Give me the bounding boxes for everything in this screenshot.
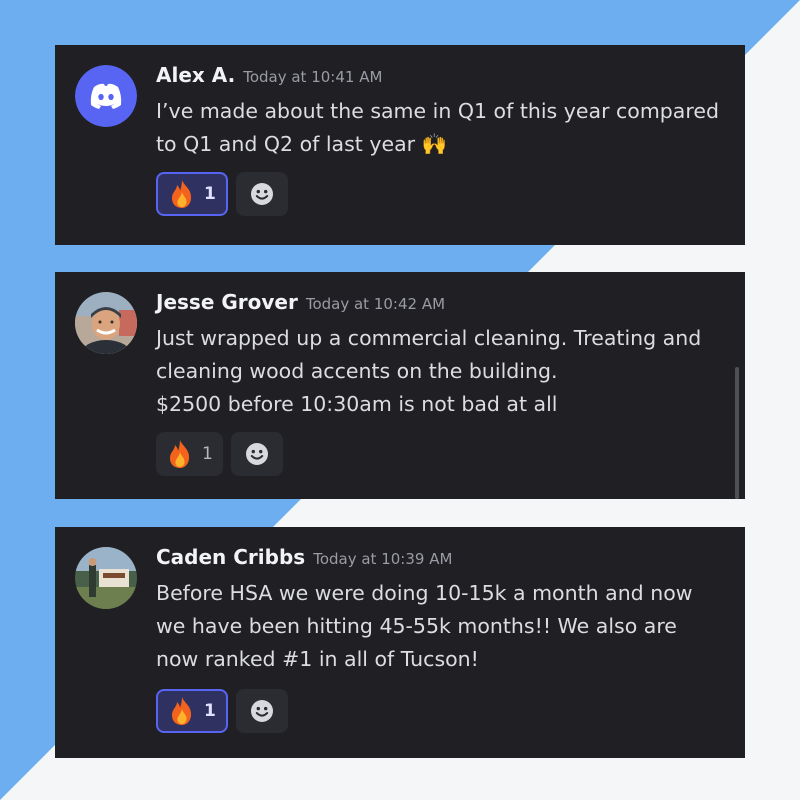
smiley-face-icon [250, 183, 273, 205]
message-card-jesse: Jesse Grover Today at 10:42 AM Just wrapp… [55, 272, 745, 499]
timestamp: Today at 10:39 AM [313, 550, 453, 568]
message-header: Caden Cribbs Today at 10:39 AM [156, 545, 452, 569]
smiley-face-icon [245, 443, 268, 465]
add-reaction-button[interactable] [235, 689, 288, 733]
smiley-face-icon [250, 700, 273, 722]
username[interactable]: Jesse Grover [156, 290, 298, 314]
avatar[interactable] [75, 65, 137, 127]
message-text: I’ve made about the same in Q1 of this y… [156, 95, 736, 161]
message-line: I’ve made about the same in Q1 of this y… [156, 99, 719, 123]
avatar[interactable] [75, 547, 137, 609]
timestamp: Today at 10:41 AM [243, 68, 383, 86]
message-header: Jesse Grover Today at 10:42 AM [156, 290, 445, 314]
reaction-count: 1 [204, 184, 216, 204]
avatar[interactable] [75, 292, 137, 354]
message-line: now ranked #1 in all of Tucson! [156, 647, 479, 671]
message-line: cleaning wood accents on the building. [156, 359, 558, 383]
add-reaction-button[interactable] [230, 432, 283, 476]
message-text: Just wrapped up a commercial cleaning. T… [156, 322, 736, 421]
reaction-count: 1 [202, 444, 213, 464]
timestamp: Today at 10:42 AM [305, 295, 446, 313]
fire-icon [172, 180, 192, 208]
message-header: Alex A. Today at 10:41 AM [156, 63, 382, 87]
message-line: to Q1 and Q2 of last year 🙌 [156, 132, 448, 156]
reaction-bar: 1 [156, 689, 288, 733]
message-text: Before HSA we were doing 10-15k a month … [156, 577, 736, 676]
message-line: we have been hitting 45-55k months!! We … [156, 614, 677, 638]
discord-logo-icon [75, 65, 137, 127]
fire-reaction-button[interactable]: 1 [156, 689, 228, 733]
fire-icon [170, 440, 190, 468]
add-reaction-button[interactable] [235, 172, 288, 216]
username[interactable]: Alex A. [156, 63, 235, 87]
reaction-bar: 1 [156, 432, 283, 476]
message-line: Just wrapped up a commercial cleaning. T… [156, 326, 702, 350]
fire-icon [172, 697, 192, 725]
scrollbar[interactable] [735, 367, 739, 499]
user-photo [75, 547, 137, 609]
message-card-alex: Alex A. Today at 10:41 AM I’ve made about… [55, 45, 745, 245]
reaction-count: 1 [204, 701, 216, 721]
message-line: $2500 before 10:30am is not bad at all [156, 392, 558, 416]
message-line: Before HSA we were doing 10-15k a month … [156, 581, 693, 605]
fire-reaction-button[interactable]: 1 [156, 172, 228, 216]
message-card-caden: Caden Cribbs Today at 10:39 AM Before HSA… [55, 527, 745, 758]
user-photo [75, 292, 137, 354]
reaction-bar: 1 [156, 172, 288, 216]
fire-reaction-button[interactable]: 1 [156, 432, 223, 476]
username[interactable]: Caden Cribbs [156, 545, 305, 569]
